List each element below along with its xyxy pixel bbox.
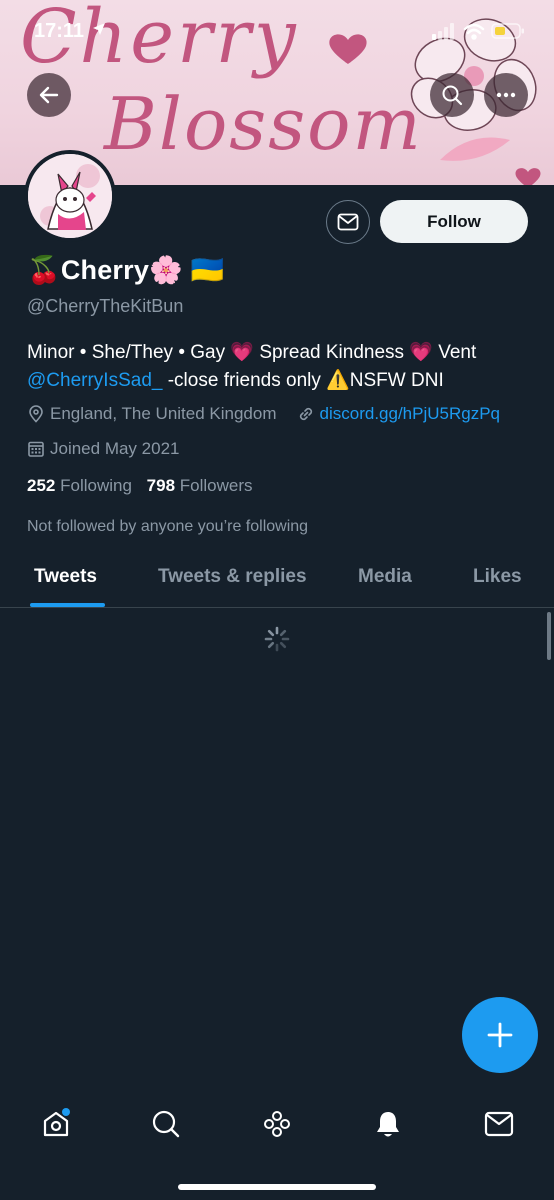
home-indicator[interactable] <box>178 1184 376 1190</box>
calendar-icon <box>27 440 45 458</box>
joined-row: Joined May 2021 <box>27 439 179 459</box>
display-name: 🍒Cherry🌸 🇺🇦 <box>27 255 225 285</box>
nav-messages[interactable] <box>479 1104 519 1144</box>
tab-tweets-and-replies[interactable]: Tweets & replies <box>158 566 307 588</box>
location-text: England, The United Kingdom <box>50 404 277 423</box>
compose-tweet-button[interactable] <box>462 997 538 1073</box>
avatar-image <box>28 154 112 238</box>
back-button[interactable] <box>27 73 71 117</box>
status-icons <box>432 22 526 45</box>
website-link[interactable]: discord.gg/hPjU5RgzPq <box>320 404 500 424</box>
joined-text: Joined May 2021 <box>50 439 180 458</box>
search-icon <box>442 85 463 106</box>
profile-handle: @CherryTheKitBun <box>27 296 184 316</box>
search-button[interactable] <box>430 73 474 117</box>
home-icon <box>43 1108 70 1137</box>
followers-label: Followers <box>179 476 253 495</box>
nav-notifications[interactable] <box>368 1104 408 1144</box>
tab-media[interactable]: Media <box>358 566 412 588</box>
location-arrow-icon <box>92 23 105 35</box>
bio: Minor • She/They • Gay 💗 Spread Kindness… <box>27 339 532 395</box>
not-followed-notice: Not followed by anyone you’re following <box>27 518 309 535</box>
mail-icon <box>484 1111 514 1137</box>
tab-likes[interactable]: Likes <box>473 566 522 588</box>
nav-search[interactable] <box>146 1104 186 1144</box>
nav-home[interactable] <box>36 1104 76 1144</box>
bell-icon <box>377 1112 399 1137</box>
following-count: 252 <box>27 476 56 495</box>
scrollbar[interactable] <box>547 612 551 660</box>
avatar[interactable] <box>24 150 116 242</box>
status-bar: 17:11 <box>0 0 554 62</box>
location-pin-icon <box>27 405 45 423</box>
plus-icon <box>487 1022 513 1048</box>
profile-meta-row: England, The United Kingdom discord.gg/h… <box>27 404 500 424</box>
envelope-icon <box>337 213 359 231</box>
status-time: 17:11 <box>34 20 106 43</box>
bio-text-part1: Minor • She/They • Gay 💗 Spread Kindness… <box>27 342 477 363</box>
status-time-text: 17:11 <box>34 20 85 42</box>
followers-count: 798 <box>146 476 176 495</box>
banner-title-line2: Blossom <box>104 82 423 166</box>
nav-spaces[interactable] <box>257 1104 297 1144</box>
following-label: Following <box>60 476 132 495</box>
link-icon <box>297 405 315 423</box>
active-tab-indicator <box>30 603 105 607</box>
loading-spinner-icon <box>263 625 291 658</box>
tab-tweets[interactable]: Tweets <box>34 566 97 588</box>
follow-button[interactable]: Follow <box>380 200 528 243</box>
more-options-button[interactable] <box>484 73 528 117</box>
spaces-icon <box>264 1111 290 1137</box>
message-button[interactable] <box>326 200 370 244</box>
wifi-icon <box>463 23 485 40</box>
search-icon <box>152 1110 180 1138</box>
battery-icon <box>491 23 524 39</box>
profile-tabs: Tweets Tweets & replies Media Likes <box>0 556 554 608</box>
followers-link[interactable]: 798 Followers <box>147 476 253 495</box>
more-horizontal-icon <box>496 92 516 98</box>
following-link[interactable]: 252 Following <box>27 476 132 495</box>
bio-text-part2: -close friends only ⚠️NSFW DNI <box>162 370 444 391</box>
follow-counts: 252 Following 798 Followers <box>27 476 253 496</box>
cellular-signal-icon <box>432 23 454 40</box>
arrow-left-icon <box>39 86 59 104</box>
bio-mention-link[interactable]: @CherryIsSad_ <box>27 370 162 391</box>
notification-dot <box>62 1108 70 1116</box>
